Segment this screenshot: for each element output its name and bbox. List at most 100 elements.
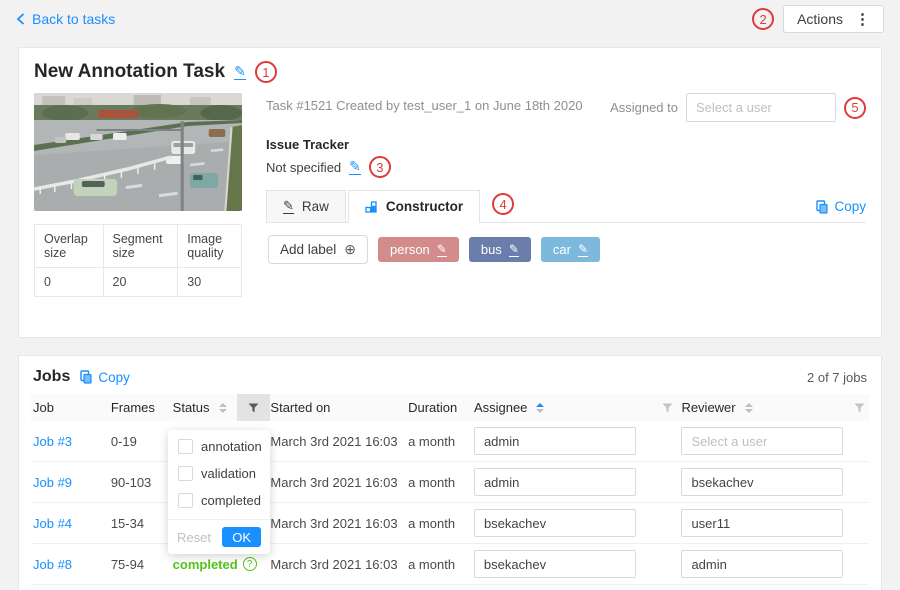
edit-task-name-icon[interactable]: ✎	[234, 64, 246, 80]
annotation-circle-4: 4	[492, 193, 514, 215]
job-frames: 75-94	[111, 557, 173, 572]
job-duration: a month	[408, 434, 474, 449]
copy-icon	[816, 200, 828, 214]
job-reviewer-input[interactable]	[681, 550, 843, 578]
job-duration: a month	[408, 475, 474, 490]
add-label-button[interactable]: Add label ⊕	[268, 235, 368, 264]
edit-pencil-icon[interactable]: ✎	[437, 243, 447, 257]
annotation-circle-1: 1	[255, 61, 277, 83]
filter-option-validation[interactable]: validation	[168, 460, 270, 487]
job-status-text: completed	[173, 557, 238, 572]
assignee-filter-button[interactable]	[654, 403, 682, 413]
col-header-assignee[interactable]: Assignee	[474, 400, 654, 415]
job-link[interactable]: Job #9	[33, 475, 72, 490]
reviewer-sort-icon[interactable]	[745, 403, 753, 413]
job-reviewer-input[interactable]	[681, 427, 843, 455]
checkbox-icon[interactable]	[178, 439, 193, 454]
job-link[interactable]: Job #8	[33, 557, 72, 572]
tab-constructor[interactable]: Constructor	[348, 190, 480, 223]
col-header-reviewer[interactable]: Reviewer	[681, 400, 847, 415]
jobs-title: Jobs	[33, 368, 70, 386]
label-chip-car[interactable]: car ✎	[541, 237, 600, 262]
col-header-status[interactable]: Status	[173, 400, 237, 415]
actions-label: Actions	[797, 11, 843, 27]
param-header-overlap: Overlap size	[35, 225, 104, 268]
param-header-segment: Segment size	[103, 225, 178, 268]
filter-option-completed[interactable]: completed	[168, 487, 270, 514]
col-header-assignee-label: Assignee	[474, 400, 527, 415]
job-assignee-input[interactable]	[474, 550, 636, 578]
label-chip-person-name: person	[390, 242, 430, 257]
copy-icon	[80, 370, 92, 384]
table-row: Job #8 75-94 completed ? March 3rd 2021 …	[31, 544, 869, 585]
status-filter-button[interactable]	[237, 394, 271, 421]
label-chip-car-name: car	[553, 242, 571, 257]
top-bar: Back to tasks 2 Actions ⋮	[0, 0, 900, 38]
col-header-frames: Frames	[111, 400, 173, 415]
filter-option-label: annotation	[201, 439, 262, 454]
edit-pencil-icon: ✎	[283, 199, 294, 214]
edit-pencil-icon[interactable]: ✎	[578, 243, 588, 257]
assigned-to-label: Assigned to	[610, 100, 678, 115]
job-started: March 3rd 2021 16:03	[270, 557, 408, 572]
back-to-tasks-link[interactable]: Back to tasks	[16, 11, 115, 27]
jobs-table: Job Frames Status Started on Duration As…	[31, 394, 869, 585]
status-filter-dropdown: annotation validation completed Reset OK	[168, 430, 270, 554]
label-chip-bus[interactable]: bus ✎	[469, 237, 531, 262]
col-header-started: Started on	[270, 400, 408, 415]
table-row: Job #9 90-103 March 3rd 2021 16:03 a mon…	[31, 462, 869, 503]
job-link[interactable]: Job #4	[33, 516, 72, 531]
job-reviewer-input[interactable]	[681, 468, 843, 496]
job-frames: 15-34	[111, 516, 173, 531]
filter-ok-button[interactable]: OK	[222, 527, 261, 547]
annotation-circle-2: 2	[752, 8, 774, 30]
edit-pencil-icon[interactable]: ✎	[509, 243, 519, 257]
filter-option-label: completed	[201, 493, 261, 508]
label-chip-bus-name: bus	[481, 242, 502, 257]
filter-option-label: validation	[201, 466, 256, 481]
jobs-copy-link[interactable]: Copy	[80, 370, 130, 385]
issue-tracker-label: Issue Tracker	[266, 137, 866, 152]
jobs-count: 2 of 7 jobs	[807, 370, 867, 385]
assignee-sort-icon[interactable]	[536, 403, 544, 413]
job-duration: a month	[408, 516, 474, 531]
labels-copy-link[interactable]: Copy	[816, 199, 866, 214]
task-title: New Annotation Task	[34, 61, 225, 83]
labels-copy-label: Copy	[834, 199, 866, 214]
job-assignee-input[interactable]	[474, 427, 636, 455]
param-value-segment: 20	[103, 268, 178, 297]
annotation-circle-5: 5	[844, 97, 866, 119]
tab-raw[interactable]: ✎ Raw	[266, 190, 346, 222]
more-vertical-icon: ⋮	[855, 12, 870, 27]
actions-button[interactable]: Actions ⋮	[783, 5, 884, 33]
annotation-circle-3: 3	[369, 156, 391, 178]
task-params-table: Overlap size Segment size Image quality …	[34, 224, 242, 297]
reviewer-filter-button[interactable]	[847, 403, 869, 413]
table-row: Job #4 15-34 March 3rd 2021 16:03 a mont…	[31, 503, 869, 544]
checkbox-icon[interactable]	[178, 493, 193, 508]
status-sort-icon[interactable]	[219, 403, 227, 413]
job-status: completed ?	[173, 557, 283, 572]
label-constructor-panel: Add label ⊕ person ✎ bus ✎ car ✎	[266, 223, 866, 276]
param-value-quality: 30	[178, 268, 242, 297]
filter-reset-button[interactable]: Reset	[177, 530, 211, 545]
job-assignee-input[interactable]	[474, 468, 636, 496]
jobs-copy-label: Copy	[98, 370, 130, 385]
job-assignee-input[interactable]	[474, 509, 636, 537]
task-meta-text: Task #1521 Created by test_user_1 on Jun…	[266, 93, 583, 113]
tab-raw-label: Raw	[302, 199, 329, 214]
job-reviewer-input[interactable]	[681, 509, 843, 537]
label-chip-person[interactable]: person ✎	[378, 237, 459, 262]
filter-funnel-icon	[248, 403, 259, 413]
task-assignee-input[interactable]	[686, 93, 836, 122]
col-header-status-label: Status	[173, 400, 210, 415]
col-header-reviewer-label: Reviewer	[681, 400, 735, 415]
filter-option-annotation[interactable]: annotation	[168, 430, 270, 460]
job-link[interactable]: Job #3	[33, 434, 72, 449]
param-value-overlap: 0	[35, 268, 104, 297]
question-circle-icon[interactable]: ?	[243, 557, 257, 571]
checkbox-icon[interactable]	[178, 466, 193, 481]
edit-issue-tracker-icon[interactable]: ✎	[349, 159, 361, 175]
filter-funnel-icon	[854, 403, 865, 413]
job-frames: 0-19	[111, 434, 173, 449]
